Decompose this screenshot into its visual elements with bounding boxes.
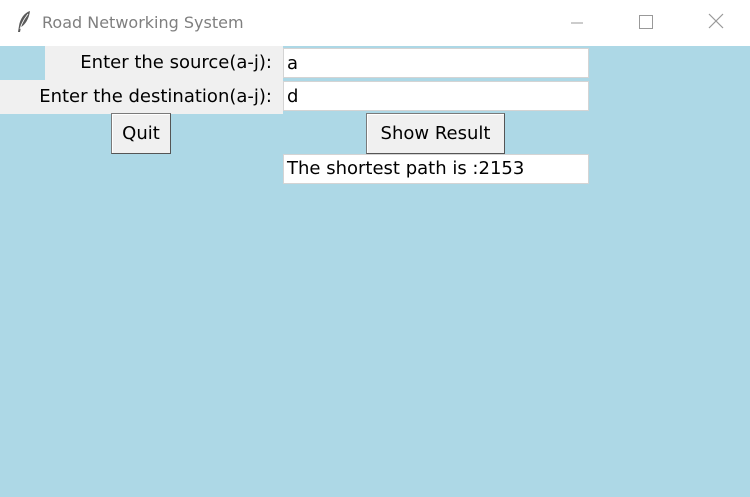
maximize-icon xyxy=(639,14,653,33)
maximize-button[interactable] xyxy=(611,0,681,46)
close-button[interactable] xyxy=(681,0,750,46)
feather-icon xyxy=(14,10,34,34)
destination-label: Enter the destination(a-j): xyxy=(0,80,283,114)
show-result-button[interactable]: Show Result xyxy=(366,113,505,154)
result-output: The shortest path is :2153 xyxy=(283,154,589,184)
quit-button[interactable]: Quit xyxy=(111,113,171,154)
title-bar[interactable]: Road Networking System xyxy=(0,0,750,46)
destination-input[interactable] xyxy=(283,81,589,111)
window-title: Road Networking System xyxy=(42,13,244,32)
client-area: Enter the source(a-j): Enter the destina… xyxy=(0,46,750,497)
source-input[interactable] xyxy=(283,48,589,78)
minimize-button[interactable] xyxy=(542,0,612,46)
source-label: Enter the source(a-j): xyxy=(45,46,283,80)
app-window: Road Networking System Enter the source(… xyxy=(0,0,750,497)
minimize-icon xyxy=(571,14,583,33)
close-icon xyxy=(708,13,724,33)
